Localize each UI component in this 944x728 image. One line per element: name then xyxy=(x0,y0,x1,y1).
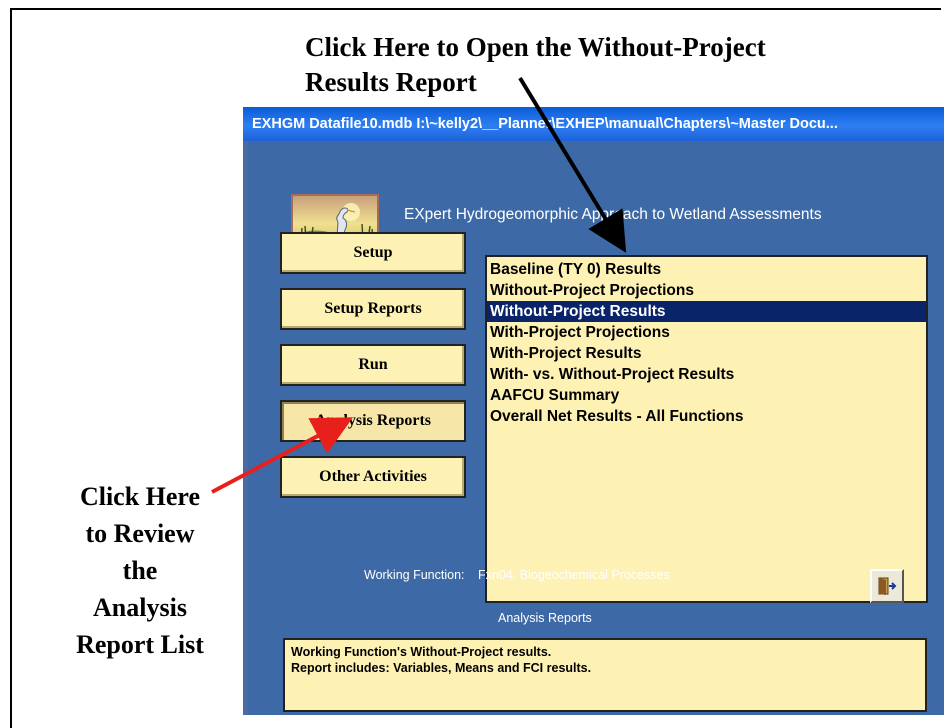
setup-button[interactable]: Setup xyxy=(280,232,466,274)
list-item-without-project-projections[interactable]: Without-Project Projections xyxy=(487,280,926,301)
exit-button[interactable] xyxy=(870,569,904,603)
list-item-with-vs-without-results[interactable]: With- vs. Without-Project Results xyxy=(487,364,926,385)
window-titlebar[interactable]: EXHGM Datafile10.mdb I:\~kelly2\__Planne… xyxy=(243,107,944,141)
app-title: EXpert Hydrogeomorphic Approach to Wetla… xyxy=(404,206,822,223)
exit-door-icon xyxy=(878,577,897,595)
window-client-area: EXpert Hydrogeomorphic Approach to Wetla… xyxy=(248,141,944,715)
list-caption: Analysis Reports xyxy=(498,611,592,625)
top-callout-line1: Click Here to Open the Without-Project xyxy=(305,32,766,62)
list-item-without-project-results[interactable]: Without-Project Results xyxy=(487,301,926,322)
description-line1: Working Function's Without-Project resul… xyxy=(291,645,552,659)
list-item-with-project-results[interactable]: With-Project Results xyxy=(487,343,926,364)
list-item-aafcu-summary[interactable]: AAFCU Summary xyxy=(487,385,926,406)
top-callout: Click Here to Open the Without-Project R… xyxy=(305,30,766,100)
left-callout-line3: the xyxy=(122,556,158,585)
description-line2: Report includes: Variables, Means and FC… xyxy=(291,661,592,675)
analysis-reports-button[interactable]: Analysis Reports xyxy=(280,400,466,442)
left-callout-line5: Report List xyxy=(76,630,204,659)
run-button[interactable]: Run xyxy=(280,344,466,386)
list-item-with-project-projections[interactable]: With-Project Projections xyxy=(487,322,926,343)
list-item-overall-net-results[interactable]: Overall Net Results - All Functions xyxy=(487,406,926,427)
working-function-value: Fxn04: Biogeochemical Processes xyxy=(478,568,670,582)
app-window: EXHGM Datafile10.mdb I:\~kelly2\__Planne… xyxy=(243,107,944,715)
setup-reports-button[interactable]: Setup Reports xyxy=(280,288,466,330)
analysis-reports-list[interactable]: Baseline (TY 0) Results Without-Project … xyxy=(485,255,928,603)
left-callout-line4: Analysis xyxy=(93,593,187,622)
report-description: Working Function's Without-Project resul… xyxy=(283,638,927,712)
other-activities-button[interactable]: Other Activities xyxy=(280,456,466,498)
list-item-baseline-results[interactable]: Baseline (TY 0) Results xyxy=(487,259,926,280)
left-callout-line2: to Review xyxy=(85,519,195,548)
top-callout-line2: Results Report xyxy=(305,67,477,97)
working-function-label: Working Function: xyxy=(364,568,465,582)
left-callout: Click Here to Review the Analysis Report… xyxy=(40,478,240,663)
left-callout-line1: Click Here xyxy=(79,482,201,511)
